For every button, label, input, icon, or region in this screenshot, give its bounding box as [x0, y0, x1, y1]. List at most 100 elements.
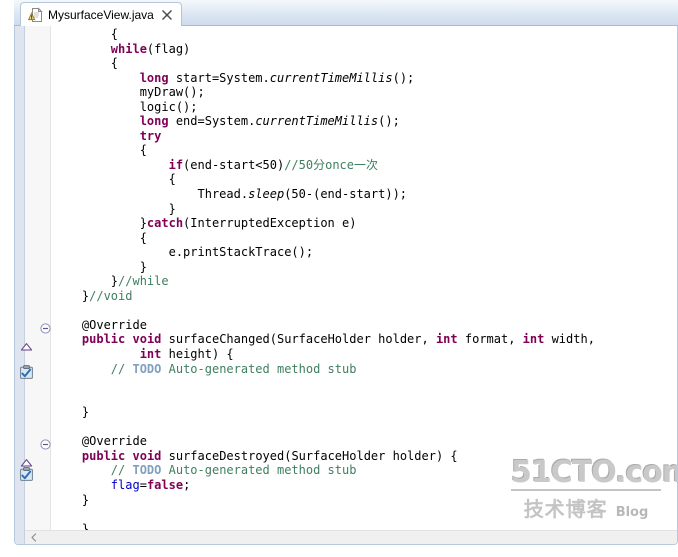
code-line: // TODO Auto-generated method stub — [53, 463, 677, 478]
code-line: { — [53, 56, 677, 71]
todo-task-icon[interactable] — [15, 363, 41, 379]
code-token: int — [435, 332, 458, 347]
todo-task-icon[interactable] — [15, 465, 41, 481]
code-token: (InterruptedException e) — [183, 216, 357, 231]
code-token: } — [53, 216, 147, 231]
code-token: (flag) — [146, 41, 191, 56]
editor-tab-bar: MysurfaceView.java — [14, 0, 678, 27]
code-token: try — [139, 128, 162, 143]
code-token: width, — [544, 332, 595, 347]
code-line: try — [53, 129, 677, 144]
eclipse-editor-window: MysurfaceView.java { while(flag) { long … — [0, 0, 678, 557]
code-line: long end=System.currentTimeMillis(); — [53, 114, 677, 129]
code-token: public — [81, 448, 126, 463]
code-token: { — [53, 143, 147, 158]
editor-area: { while(flag) { long start=System.curren… — [14, 26, 678, 545]
code-line: int height) { — [53, 347, 677, 362]
code-token: //50分once一次 — [284, 157, 379, 172]
horizontal-scrollbar[interactable] — [25, 530, 677, 544]
code-token: false — [146, 477, 184, 492]
code-token: long — [139, 70, 169, 85]
code-token: @Override — [53, 434, 147, 449]
code-token: e.printStackTrace(); — [53, 245, 314, 260]
code-line: Thread.sleep(50-(end-start)); — [53, 187, 677, 202]
code-token: void — [132, 448, 162, 463]
editor-tab-label: MysurfaceView.java — [48, 8, 154, 22]
code-token: end=System. — [168, 114, 256, 129]
code-token: height) { — [161, 347, 234, 362]
code-line: } — [53, 493, 677, 508]
code-token: format, — [457, 332, 523, 347]
code-line: public void surfaceChanged(SurfaceHolder… — [53, 332, 677, 347]
code-token: //while — [118, 274, 169, 289]
code-token: { — [53, 56, 119, 71]
code-token: TODO — [132, 463, 162, 478]
code-line: // TODO Auto-generated method stub — [53, 362, 677, 377]
editor-tab-mysurfaceview[interactable]: MysurfaceView.java — [20, 2, 182, 27]
code-token: public — [81, 332, 126, 347]
code-token: logic(); — [53, 99, 198, 114]
code-token: surfaceDestroyed(SurfaceHolder holder) { — [161, 448, 458, 463]
code-line: }//while — [53, 274, 677, 289]
code-line: flag=false; — [53, 478, 677, 493]
editor-marker-column — [15, 26, 41, 544]
code-token: // — [110, 361, 133, 376]
chevron-left-icon[interactable] — [27, 531, 40, 544]
code-line: { — [53, 172, 677, 187]
code-token: { — [53, 230, 147, 245]
code-line: } — [53, 522, 677, 530]
code-token: myDraw(); — [53, 85, 205, 100]
code-line: }//void — [53, 289, 677, 304]
code-token: while — [110, 41, 147, 56]
code-token: //void — [89, 288, 133, 303]
code-token: if — [168, 157, 184, 172]
code-token: Auto-generated method stub — [161, 463, 357, 478]
code-line: public void surfaceDestroyed(SurfaceHold… — [53, 449, 677, 464]
code-line: } — [53, 260, 677, 275]
code-line: { — [53, 231, 677, 246]
code-token: @Override — [53, 317, 147, 332]
code-token: ; — [183, 477, 191, 492]
code-token: } — [53, 521, 90, 530]
code-token: surfaceChanged(SurfaceHolder holder, — [161, 332, 436, 347]
override-method-icon[interactable] — [15, 336, 41, 351]
java-file-warning-icon — [27, 7, 43, 23]
code-line: }catch(InterruptedException e) — [53, 216, 677, 231]
close-icon[interactable] — [161, 9, 173, 21]
code-token: int — [139, 347, 162, 362]
code-token: (end-start<50) — [183, 157, 285, 172]
code-token: long — [139, 114, 169, 129]
code-line: long start=System.currentTimeMillis(); — [53, 71, 677, 86]
code-line: while(flag) — [53, 42, 677, 57]
code-token: sleep — [248, 187, 285, 202]
code-token: Thread. — [53, 187, 249, 202]
code-token: // — [110, 463, 133, 478]
code-line: { — [53, 27, 677, 42]
code-line: logic(); — [53, 100, 677, 115]
code-line: @Override — [53, 318, 677, 333]
code-token: } — [53, 492, 90, 507]
editor-source-code[interactable]: { while(flag) { long start=System.curren… — [53, 26, 677, 530]
code-token: currentTimeMillis — [255, 114, 379, 129]
code-token: (50-(end-start)); — [284, 187, 408, 202]
code-line: myDraw(); — [53, 85, 677, 100]
code-token: { — [53, 172, 176, 187]
